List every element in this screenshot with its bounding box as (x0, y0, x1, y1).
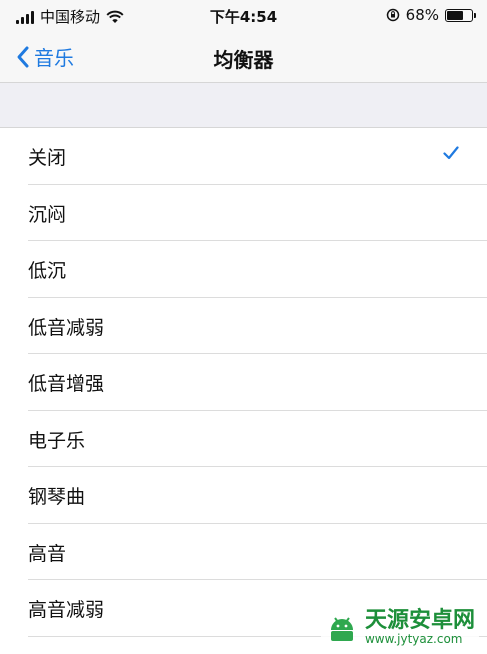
watermark-url: www.jytyaz.com (364, 631, 463, 646)
checkmark-icon (443, 146, 459, 160)
battery-level (447, 10, 463, 20)
battery-percent: 68% (405, 6, 439, 24)
orientation-lock-icon (386, 8, 399, 22)
equalizer-option[interactable]: 关闭 (0, 128, 487, 185)
equalizer-list: 关闭沉闷低沉低音减弱低音增强电子乐钢琴曲高音高音减弱 (0, 128, 487, 637)
equalizer-option-label: 低音减弱 (28, 316, 105, 339)
equalizer-option[interactable]: 低音增强 (0, 354, 487, 411)
site-watermark: 天源安卓网 www.jytyaz.com (320, 606, 479, 648)
page-title: 均衡器 (213, 48, 274, 72)
equalizer-option-label: 钢琴曲 (28, 486, 86, 508)
status-bar: 中国移动 下午4:54 68% (0, 0, 487, 32)
battery-icon (445, 8, 476, 22)
equalizer-option-label: 电子乐 (28, 429, 86, 452)
equalizer-option[interactable]: 电子乐 (0, 410, 487, 467)
equalizer-option-label: 高音 (28, 542, 67, 565)
equalizer-option-label: 沉闷 (28, 203, 67, 226)
equalizer-option[interactable]: 沉闷 (0, 184, 487, 241)
equalizer-option[interactable]: 钢琴曲 (0, 467, 487, 524)
equalizer-option[interactable]: 低音减弱 (0, 297, 487, 354)
android-logo-icon (330, 617, 353, 642)
navigation-bar: 音乐 均衡器 (0, 32, 487, 83)
equalizer-option[interactable]: 低沉 (0, 241, 487, 298)
section-header-spacer (0, 83, 487, 128)
status-right: 68% (386, 6, 476, 24)
equalizer-option-label: 低沉 (28, 260, 67, 282)
equalizer-option-label: 低音增强 (28, 373, 105, 395)
watermark-name: 天源安卓网 (364, 607, 475, 633)
watermark-text: 天源安卓网 www.jytyaz.com (364, 607, 475, 646)
equalizer-option-label: 高音减弱 (28, 599, 105, 621)
equalizer-option-label: 关闭 (28, 147, 67, 169)
equalizer-option[interactable]: 高音 (0, 523, 487, 580)
